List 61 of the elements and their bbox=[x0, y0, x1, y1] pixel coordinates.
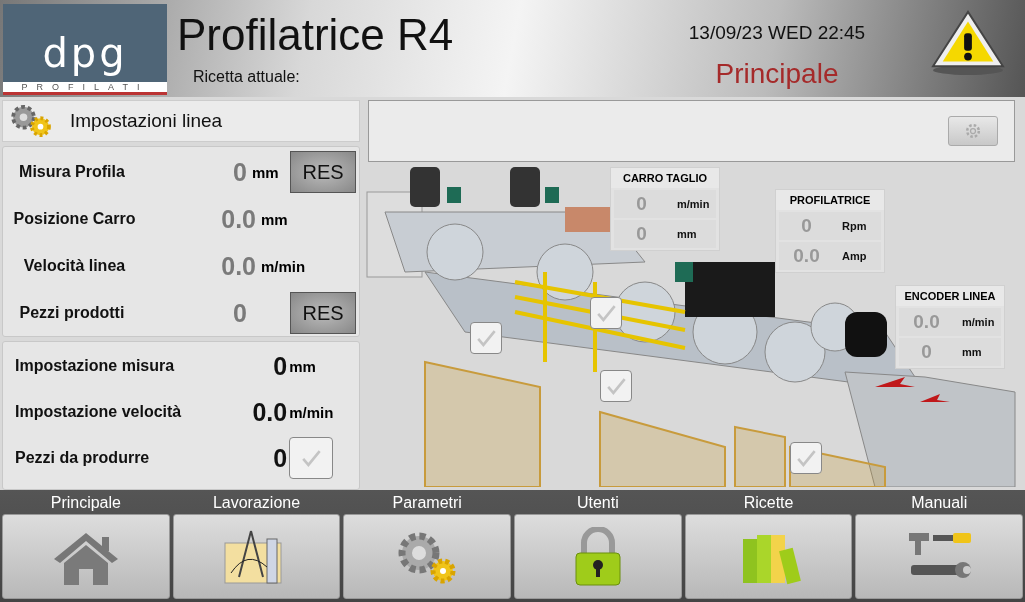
warning-icon[interactable] bbox=[929, 8, 1007, 76]
readout-title: CARRO TAGLIO bbox=[611, 168, 719, 188]
value-display: 0 bbox=[232, 157, 247, 187]
recipe-label: Ricetta attuale: bbox=[193, 68, 301, 86]
setpoint-field[interactable]: 0 bbox=[232, 443, 288, 473]
setpoint-field[interactable]: 0.0 bbox=[232, 397, 288, 427]
readout-value: 0.0 bbox=[792, 245, 821, 267]
unit-label: mm bbox=[961, 346, 982, 358]
confirm-button[interactable] bbox=[289, 437, 334, 479]
unit-label: m/min bbox=[676, 198, 710, 210]
page-title: Principale bbox=[715, 58, 839, 90]
nav-label: Ricette bbox=[742, 493, 795, 513]
nav-button[interactable] bbox=[172, 514, 341, 599]
unit-label: Rpm bbox=[841, 220, 867, 232]
field-label: Posizione Carro bbox=[12, 210, 137, 228]
nav-button[interactable] bbox=[2, 514, 170, 599]
value-display: 0 bbox=[232, 298, 247, 328]
readout-value: 0.0 bbox=[912, 311, 941, 333]
nav-button[interactable] bbox=[343, 514, 511, 599]
value-display: 0.0 bbox=[220, 204, 256, 234]
nav-label: Parametri bbox=[391, 493, 463, 513]
reset-button[interactable]: RES bbox=[290, 151, 356, 193]
readout-value: 0 bbox=[635, 193, 648, 215]
value-display: 0.0 bbox=[220, 251, 256, 281]
readout-title: PROFILATRICE bbox=[776, 190, 884, 210]
field-label: Pezzi prodotti bbox=[18, 304, 126, 322]
reset-button[interactable]: RES bbox=[290, 292, 356, 334]
unit-label: mm bbox=[676, 228, 697, 240]
confirm-button[interactable] bbox=[590, 297, 622, 329]
settings-icon bbox=[963, 121, 983, 141]
unit-label: m/min bbox=[260, 257, 306, 275]
logo-subtitle: PROFILATI bbox=[3, 82, 167, 92]
readout-value: 0 bbox=[635, 223, 648, 245]
confirm-button[interactable] bbox=[470, 322, 502, 354]
readout-title: ENCODER LINEA bbox=[896, 286, 1004, 306]
unit-label: Amp bbox=[841, 250, 867, 262]
machine-title: Profilatrice R4 bbox=[177, 10, 455, 60]
nav-label: Manuali bbox=[910, 493, 969, 513]
nav-label: Lavorazione bbox=[211, 493, 302, 513]
date-time: 13/09/23 WED 22:45 bbox=[688, 22, 866, 44]
setpoint-field[interactable]: 0 bbox=[232, 351, 288, 381]
logo-text: dpg bbox=[42, 30, 128, 76]
field-label: Impostazione misura bbox=[14, 357, 176, 375]
readout-value: 0 bbox=[800, 215, 813, 237]
field-label: Velocità linea bbox=[22, 257, 127, 275]
readout-value: 0 bbox=[920, 341, 933, 363]
field-label: Impostazione velocità bbox=[14, 403, 183, 421]
nav-label: Principale bbox=[49, 493, 122, 513]
unit-label: mm bbox=[288, 357, 317, 375]
field-label: Pezzi da produrre bbox=[14, 449, 151, 467]
unit-label: mm bbox=[260, 210, 289, 228]
confirm-button[interactable] bbox=[790, 442, 822, 474]
settings-button[interactable] bbox=[948, 116, 998, 146]
nav-label: Utenti bbox=[575, 493, 620, 513]
confirm-button[interactable] bbox=[600, 370, 632, 402]
nav-button[interactable] bbox=[855, 514, 1024, 599]
unit-label: mm bbox=[251, 163, 280, 181]
unit-label: m/min bbox=[961, 316, 995, 328]
field-label: Misura Profila bbox=[18, 163, 126, 181]
unit-label: m/min bbox=[288, 403, 335, 421]
panel-title: Impostazioni linea bbox=[70, 110, 223, 132]
